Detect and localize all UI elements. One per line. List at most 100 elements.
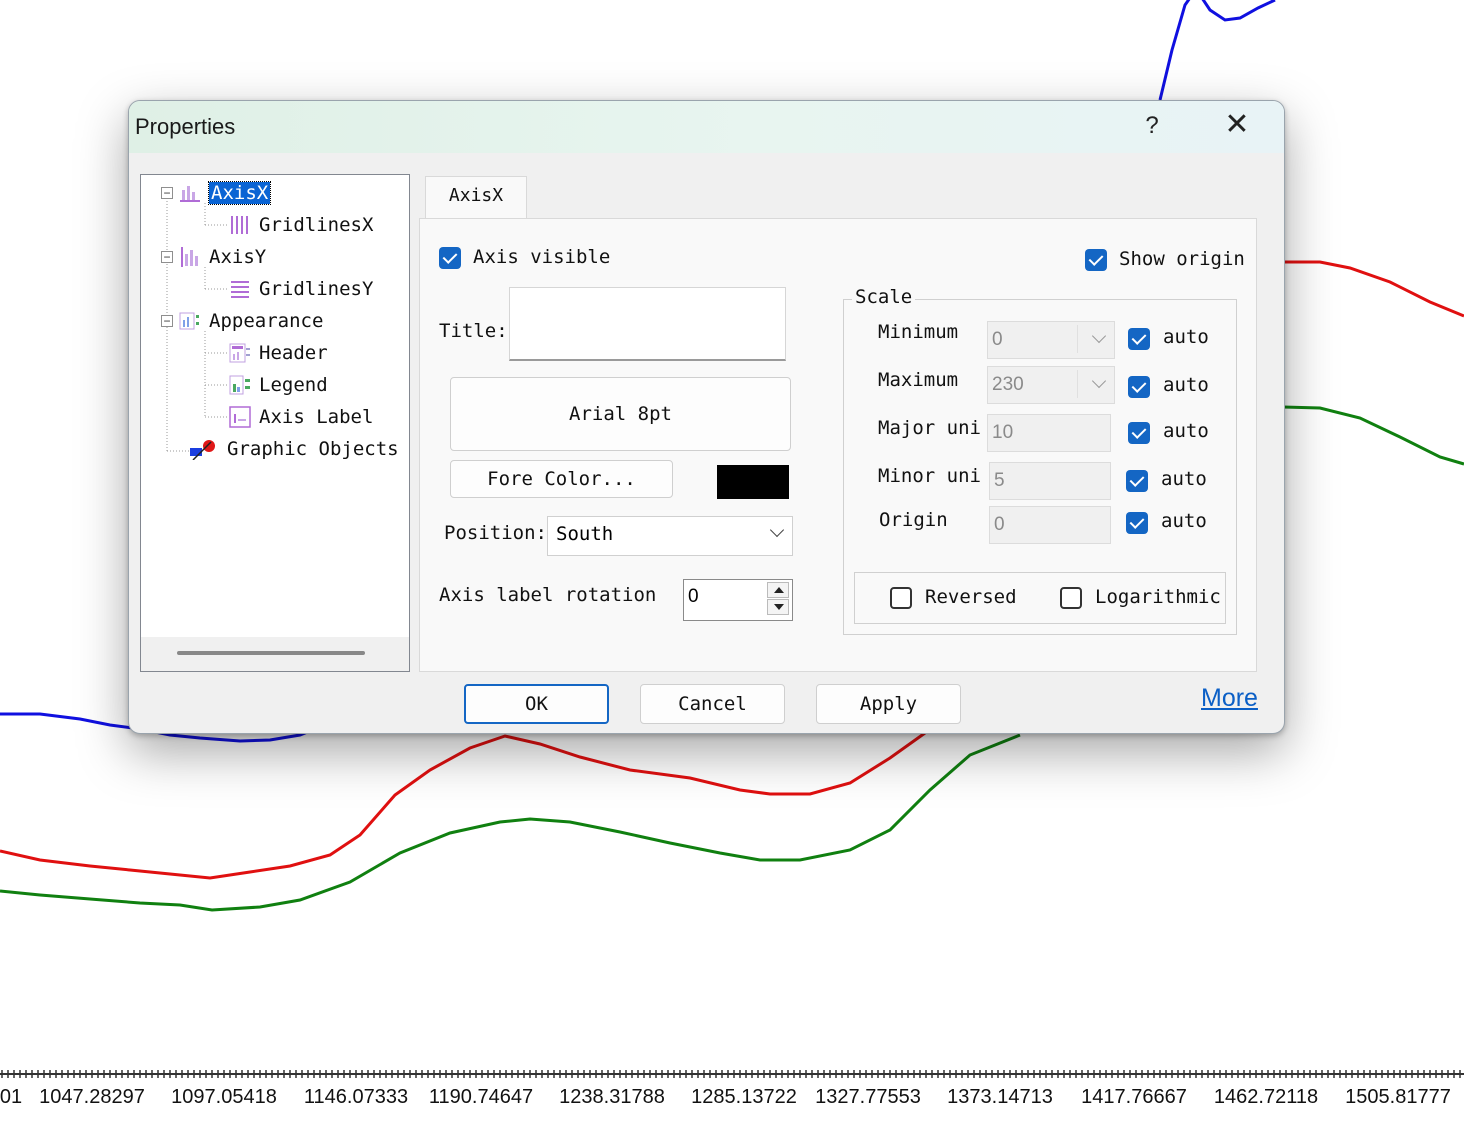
- chevron-down-icon: [769, 522, 785, 538]
- scale-major-label: Major uni: [878, 417, 981, 439]
- help-button[interactable]: ?: [1137, 109, 1167, 143]
- fore-color-button[interactable]: Fore Color...: [450, 460, 673, 498]
- maximum-auto-checkbox[interactable]: [1128, 376, 1150, 398]
- axis-y-icon: [181, 247, 198, 267]
- origin-field[interactable]: 0: [989, 506, 1111, 544]
- axis-visible-checkbox[interactable]: [439, 247, 461, 269]
- tree-item-label: Axis Label: [259, 406, 374, 428]
- properties-tree[interactable]: − AxisX GridlinesX − AxisY GridlinesY − …: [140, 174, 410, 672]
- x-tick-label: 1327.77553: [815, 1086, 921, 1108]
- scale-origin-label: Origin: [879, 509, 948, 531]
- axis-x-icon: [180, 186, 200, 202]
- rotation-label: Axis label rotation: [439, 584, 657, 606]
- minimum-value: 0: [992, 329, 1003, 350]
- minor-unit-value: 5: [994, 470, 1005, 491]
- close-button[interactable]: ✕: [1219, 107, 1255, 143]
- chevron-down-icon: [1091, 328, 1107, 344]
- maximum-value: 230: [992, 374, 1024, 395]
- collapse-icon[interactable]: −: [161, 187, 173, 199]
- tree-item-legend[interactable]: Legend: [229, 371, 328, 399]
- minor-unit-field[interactable]: 5: [989, 462, 1111, 500]
- logarithmic-checkbox[interactable]: [1060, 587, 1082, 609]
- gridlines-x-icon: [231, 216, 248, 234]
- collapse-icon[interactable]: −: [161, 315, 173, 327]
- position-value: South: [556, 523, 614, 545]
- x-tick-label: 01: [0, 1086, 22, 1108]
- scrollbar-thumb[interactable]: [177, 651, 365, 655]
- maximum-auto-label: auto: [1163, 374, 1209, 396]
- ok-button[interactable]: OK: [464, 684, 609, 724]
- combo-separator: [1077, 370, 1078, 398]
- combo-separator: [1077, 325, 1078, 353]
- minor-auto-label: auto: [1161, 468, 1207, 490]
- scale-caption: Scale: [852, 286, 916, 308]
- minor-auto-checkbox[interactable]: [1126, 470, 1148, 492]
- tree-item-label: AxisY: [209, 246, 267, 268]
- tree-item-appearance[interactable]: − Appearance: [161, 307, 323, 335]
- series-line-blue-top: [1158, 0, 1276, 101]
- more-link[interactable]: More: [1201, 684, 1258, 713]
- scale-minimum-label: Minimum: [878, 321, 959, 343]
- major-auto-checkbox[interactable]: [1128, 422, 1150, 444]
- major-auto-label: auto: [1163, 420, 1209, 442]
- origin-auto-label: auto: [1161, 510, 1207, 532]
- tree-item-graphic-objects[interactable]: Graphic Objects: [189, 435, 399, 463]
- title-label: Title:: [439, 320, 508, 342]
- font-button[interactable]: Arial 8pt: [450, 377, 791, 451]
- rotation-spinner[interactable]: 0: [683, 579, 793, 621]
- dialog-titlebar[interactable]: Properties ? ✕: [129, 101, 1284, 153]
- position-label: Position:: [444, 522, 547, 544]
- rotation-value: 0: [688, 586, 699, 607]
- major-unit-field[interactable]: 10: [987, 414, 1111, 452]
- position-dropdown[interactable]: South: [547, 516, 793, 556]
- gridlines-y-icon: [231, 281, 249, 298]
- fore-color-swatch: [717, 465, 789, 499]
- axis-label-icon: [229, 406, 251, 428]
- tab-axisx[interactable]: AxisX: [425, 176, 527, 219]
- tree-item-label: Header: [259, 342, 328, 364]
- spin-up-button[interactable]: [767, 582, 789, 598]
- tree-item-gridlinesx[interactable]: GridlinesX: [229, 211, 373, 239]
- axis-visible-label: Axis visible: [473, 246, 611, 268]
- major-unit-value: 10: [992, 422, 1014, 443]
- tree-item-label: Graphic Objects: [227, 438, 399, 460]
- tree-item-axis-label[interactable]: Axis Label: [229, 403, 373, 431]
- chevron-down-icon: [1091, 373, 1107, 389]
- dialog-title: Properties: [135, 114, 236, 139]
- apply-button[interactable]: Apply: [816, 684, 961, 724]
- spin-down-button[interactable]: [767, 599, 789, 615]
- reversed-label: Reversed: [925, 586, 1017, 608]
- minimum-combo[interactable]: 0: [987, 321, 1115, 359]
- x-tick-label: 1238.31788: [559, 1086, 665, 1108]
- tree-item-gridlinesy[interactable]: GridlinesY: [229, 275, 373, 303]
- graphic-objects-icon: [190, 440, 215, 460]
- title-input[interactable]: [509, 287, 786, 361]
- tree-item-label: Appearance: [209, 310, 324, 332]
- tree-item-label: GridlinesY: [259, 278, 374, 300]
- legend-icon: [229, 375, 250, 395]
- scale-maximum-label: Maximum: [878, 369, 959, 391]
- appearance-icon: [179, 312, 199, 330]
- minimum-auto-checkbox[interactable]: [1128, 328, 1150, 350]
- origin-value: 0: [994, 514, 1005, 535]
- tree-horizontal-scrollbar[interactable]: [141, 637, 409, 671]
- x-tick-label: 1505.81777: [1345, 1086, 1451, 1108]
- tree-item-label: Legend: [259, 374, 328, 396]
- reversed-checkbox[interactable]: [890, 587, 912, 609]
- header-icon: [229, 343, 250, 363]
- x-axis-tick-labels: 01 1047.28297 1097.05418 1146.07333 1190.746…: [0, 1086, 1451, 1108]
- minimum-auto-label: auto: [1163, 326, 1209, 348]
- tree-item-axisx[interactable]: − AxisX: [161, 179, 272, 207]
- tree-item-axisy[interactable]: − AxisY: [161, 243, 266, 271]
- maximum-combo[interactable]: 230: [987, 366, 1115, 404]
- origin-auto-checkbox[interactable]: [1126, 512, 1148, 534]
- x-tick-label: 1097.05418: [171, 1086, 277, 1108]
- show-origin-checkbox[interactable]: [1085, 249, 1107, 271]
- cancel-button[interactable]: Cancel: [640, 684, 785, 724]
- x-tick-label: 1462.72118: [1214, 1086, 1318, 1108]
- x-tick-label: 1146.07333: [304, 1086, 408, 1108]
- tree-item-header[interactable]: Header: [229, 339, 328, 367]
- scale-minor-label: Minor uni: [878, 465, 981, 487]
- collapse-icon[interactable]: −: [161, 251, 173, 263]
- x-tick-label: 1047.28297: [39, 1086, 145, 1108]
